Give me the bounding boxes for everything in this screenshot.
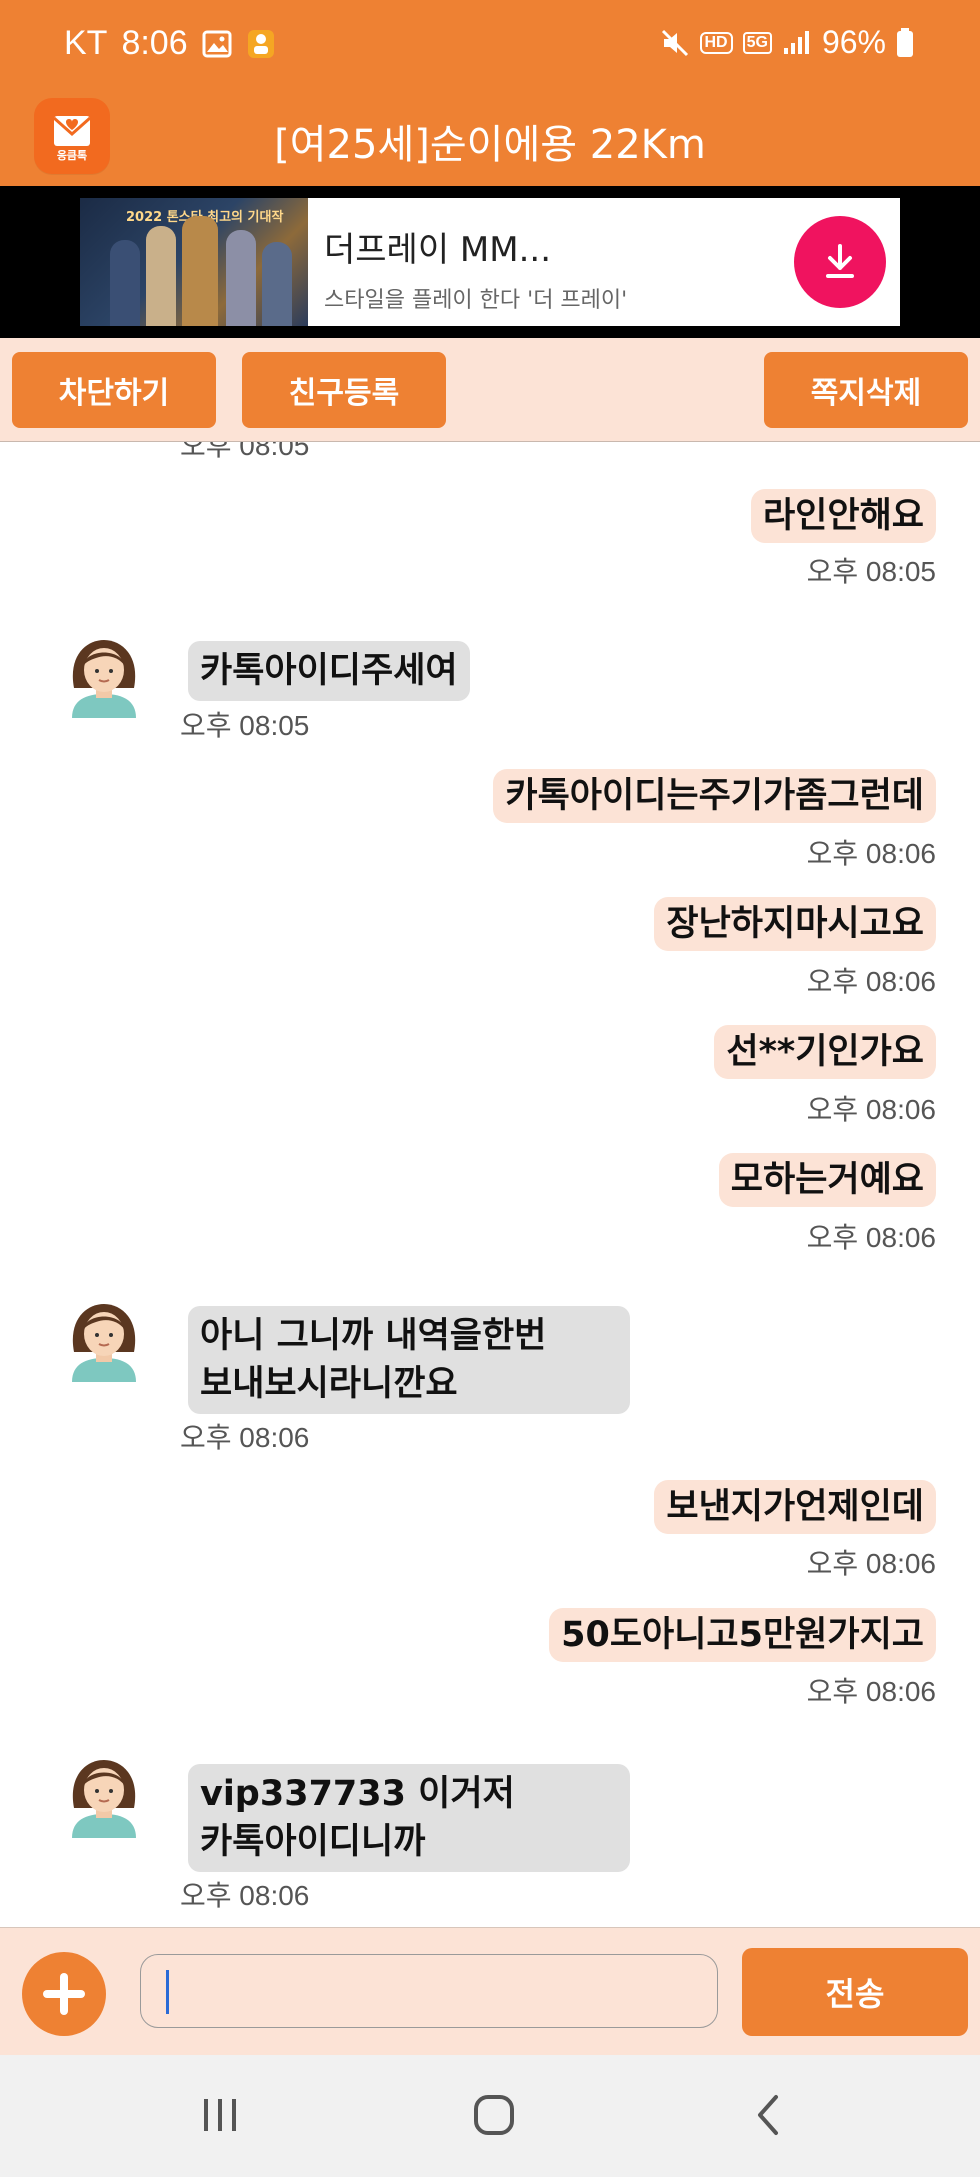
sent-message-bubble[interactable]: 장난하지마시고요 <box>654 897 936 951</box>
ad-image[interactable]: 2022 톤스타 최고의 기대작 <box>80 198 308 326</box>
woman-avatar-icon <box>72 640 136 718</box>
ad-banner[interactable]: 2022 톤스타 최고의 기대작 더프레이 MM... 스타일을 플레이 한다 … <box>0 186 980 338</box>
delete-messages-button[interactable]: 쪽지삭제 <box>764 352 968 428</box>
app-header: 응큼톡 [여25세]순이에용 22Km <box>0 88 980 186</box>
battery-icon <box>896 27 914 58</box>
sent-message-bubble[interactable]: 모하는거예요 <box>718 1153 936 1207</box>
recent-apps-button[interactable] <box>180 2083 260 2147</box>
avatar[interactable] <box>66 1300 142 1382</box>
gallery-notification-icon <box>202 30 232 58</box>
send-button[interactable]: 전송 <box>742 1948 968 2036</box>
message-time: 오후 08:05 <box>180 442 310 461</box>
text-cursor <box>166 1970 169 2014</box>
app-notification-icon <box>246 28 276 60</box>
ad-figure <box>226 230 256 326</box>
sent-message-bubble[interactable]: 50도아니고5만원가지고 <box>549 1608 936 1662</box>
ad-card[interactable]: 2022 톤스타 최고의 기대작 더프레이 MM... 스타일을 플레이 한다 … <box>80 198 900 326</box>
back-icon <box>758 2095 778 2135</box>
sent-message-bubble[interactable]: 보낸지가언제인데 <box>654 1480 936 1534</box>
message-time: 오후 08:06 <box>180 1422 310 1453</box>
woman-avatar-icon <box>72 1304 136 1382</box>
mute-icon <box>660 28 690 58</box>
status-right: HD 5G 96% <box>660 24 915 61</box>
ad-title[interactable]: 더프레이 MM... <box>324 222 551 271</box>
home-button[interactable] <box>454 2083 534 2147</box>
message-time: 오후 08:06 <box>806 1222 936 1253</box>
attach-button[interactable] <box>22 1952 106 2036</box>
composer-bar: 전송 <box>0 1927 980 2055</box>
message-line: vip337733 이거저 <box>200 1774 515 1814</box>
message-line: 카톡아이디니까 <box>200 1822 426 1862</box>
ad-subtitle: 스타일을 플레이 한다 '더 프레이' <box>324 288 628 313</box>
block-button[interactable]: 차단하기 <box>12 352 216 428</box>
back-button[interactable] <box>728 2083 808 2147</box>
download-icon <box>826 244 854 278</box>
chat-list[interactable]: 오후 08:05 라인안해요 오후 08:05 카톡아이디주세여 오후 08:0… <box>0 442 980 1927</box>
woman-avatar-icon <box>72 1760 136 1838</box>
plus-icon <box>43 1973 85 2015</box>
ad-figure <box>182 216 218 326</box>
ad-figure <box>262 242 292 326</box>
chat-title: [여25세]순이에용 22Km <box>274 122 706 168</box>
battery-percent: 96% <box>821 24 886 60</box>
carrier-label: KT <box>64 24 108 62</box>
message-time: 오후 08:06 <box>806 1548 936 1579</box>
action-bar: 차단하기 친구등록 쪽지삭제 <box>0 338 980 442</box>
avatar[interactable] <box>66 636 142 718</box>
ad-figure <box>110 240 140 326</box>
received-message-bubble[interactable]: vip337733 이거저 카톡아이디니까 <box>188 1764 630 1872</box>
message-line: 아니 그니까 내역을한번 <box>200 1316 547 1356</box>
message-time: 오후 08:06 <box>180 1880 310 1911</box>
message-time: 오후 08:06 <box>806 1676 936 1707</box>
message-time: 오후 08:05 <box>180 710 310 741</box>
message-line: 보내보시라니깐요 <box>200 1364 458 1404</box>
network-5g-icon: 5G <box>742 31 772 54</box>
system-nav-bar <box>0 2055 980 2177</box>
signal-icon <box>782 30 812 56</box>
message-time: 오후 08:06 <box>806 1094 936 1125</box>
message-time: 오후 08:05 <box>806 556 936 587</box>
received-message-bubble[interactable]: 아니 그니까 내역을한번 보내보시라니깐요 <box>188 1306 630 1414</box>
message-input[interactable] <box>140 1954 718 2028</box>
status-bar: KT 8:06 HD 5G 96% <box>0 0 980 88</box>
clock: 8:06 <box>121 24 188 62</box>
message-time: 오후 08:06 <box>806 838 936 869</box>
avatar[interactable] <box>66 1756 142 1838</box>
sent-message-bubble[interactable]: 선**기인가요 <box>714 1025 936 1079</box>
status-left: KT 8:06 <box>64 24 276 63</box>
ad-download-button[interactable] <box>794 216 886 308</box>
recent-apps-icon <box>204 2099 236 2131</box>
message-time: 오후 08:06 <box>806 966 936 997</box>
ad-figure <box>146 226 176 326</box>
received-message-bubble[interactable]: 카톡아이디주세여 <box>188 641 470 701</box>
sent-message-bubble[interactable]: 카톡아이디는주기가좀그런데 <box>493 769 936 823</box>
home-icon <box>474 2095 514 2135</box>
sent-message-bubble[interactable]: 라인안해요 <box>750 489 936 543</box>
add-friend-button[interactable]: 친구등록 <box>242 352 446 428</box>
hd-voice-icon: HD <box>699 31 733 54</box>
